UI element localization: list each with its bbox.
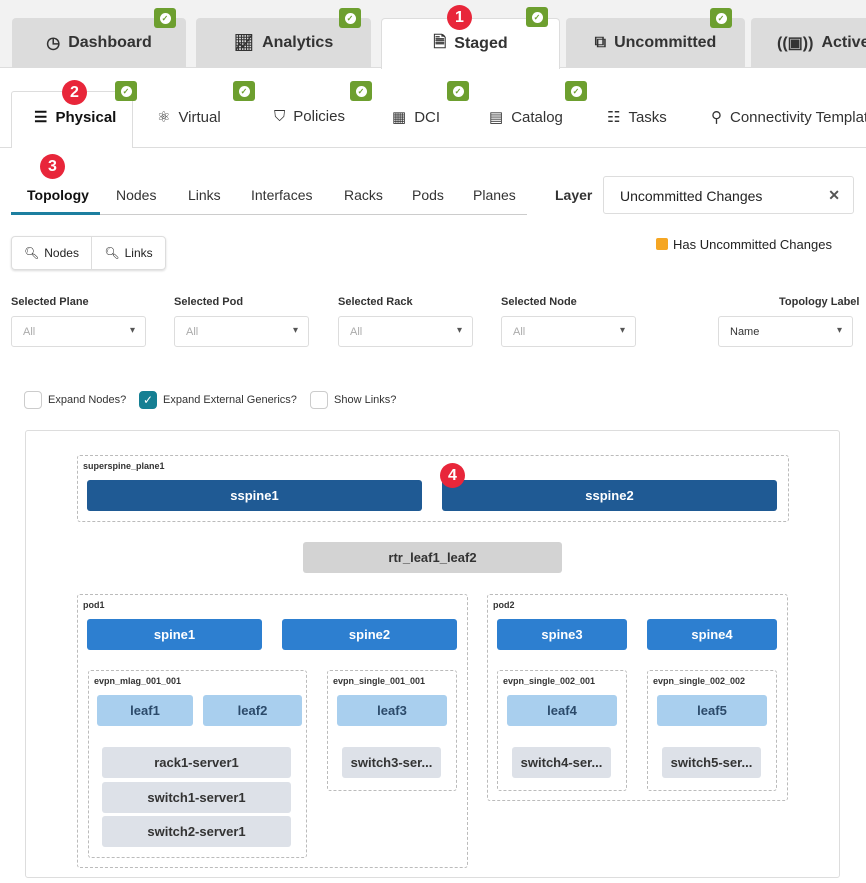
node-server[interactable]: switch2-server1 [102, 816, 291, 847]
layer-value: Uncommitted Changes [620, 188, 763, 204]
active-icon: ((▣)) [777, 35, 814, 52]
uncommitted-icon: ⧉ [594, 34, 607, 51]
node-spine3[interactable]: spine3 [497, 619, 627, 650]
tab-dci[interactable]: ▦ DCI [392, 108, 440, 127]
check-badge-icon: ✓ [447, 81, 469, 101]
check-badge-icon: ✓ [565, 81, 587, 101]
rack-label: Selected Rack [338, 296, 413, 308]
dashboard-icon: ◷ [46, 35, 61, 52]
callout-1: 1 [447, 5, 472, 30]
pod-label: Selected Pod [174, 296, 244, 308]
search-icon: 🔍︎ [24, 246, 40, 260]
legend-swatch [656, 238, 668, 250]
check-badge-icon: ✓ [154, 8, 176, 28]
node-leaf3[interactable]: leaf3 [337, 695, 447, 726]
callout-3: 3 [40, 154, 65, 179]
expand-external-generics-label: Expand External Generics? [163, 394, 297, 406]
callout-2: 2 [62, 80, 87, 105]
view-tab-interfaces[interactable]: Interfaces [251, 187, 312, 203]
list-icon: ☷ [607, 109, 621, 126]
show-links-label: Show Links? [334, 394, 397, 406]
server-icon: ☰ [34, 109, 48, 126]
tab-connectivity-templates[interactable]: ⚲Connectivity Templates [711, 108, 866, 127]
search-button-group: 🔍︎ Nodes 🔍︎ Links [11, 236, 166, 270]
node-spine2[interactable]: spine2 [282, 619, 457, 650]
node-rtr-leaf1-leaf2[interactable]: rtr_leaf1_leaf2 [303, 542, 562, 573]
view-tab-pods[interactable]: Pods [412, 187, 444, 203]
tab-policies[interactable]: ⛉ Policies [274, 108, 345, 125]
tab-virtual[interactable]: ⚛ Virtual [157, 108, 221, 127]
rack-name: evpn_mlag_001_001 [94, 676, 182, 686]
node-spine1[interactable]: spine1 [87, 619, 262, 650]
tab-physical[interactable]: ☰ Physical [34, 108, 116, 127]
node-spine4[interactable]: spine4 [647, 619, 777, 650]
rack-name: evpn_single_002_002 [653, 676, 746, 686]
rack-select[interactable]: All [338, 316, 473, 347]
node-leaf5[interactable]: leaf5 [657, 695, 767, 726]
node-server[interactable]: switch1-server1 [102, 782, 291, 813]
tab-active[interactable]: ((▣)) Active [751, 18, 866, 68]
staged-icon: 🗎 [433, 33, 447, 51]
node-sspine1[interactable]: sspine1 [87, 480, 422, 511]
check-badge-icon: ✓ [339, 8, 361, 28]
check-badge-icon: ✓ [526, 7, 548, 27]
node-leaf4[interactable]: leaf4 [507, 695, 617, 726]
network-icon: ⚛ [157, 109, 171, 126]
node-sspine2[interactable]: sspine2 [442, 480, 777, 511]
topology-label-label: Topology Label [779, 296, 860, 308]
rack-name: evpn_single_002_001 [503, 676, 596, 686]
node-server[interactable]: switch4-ser... [512, 747, 611, 778]
pod-name: pod2 [493, 600, 515, 610]
search-icon: 🔍︎ [104, 246, 120, 260]
clear-icon[interactable]: ✕ [828, 187, 840, 204]
catalog-icon: ▤ [489, 109, 504, 126]
check-badge-icon: ✓ [233, 81, 255, 101]
check-badge-icon: ✓ [115, 81, 137, 101]
node-server[interactable]: switch3-ser... [342, 747, 441, 778]
layer-label: Layer [555, 187, 593, 203]
node-leaf2[interactable]: leaf2 [203, 695, 302, 726]
expand-nodes-label: Expand Nodes? [48, 394, 127, 406]
pod-select[interactable]: All [174, 316, 309, 347]
node-select[interactable]: All [501, 316, 636, 347]
view-tab-planes[interactable]: Planes [473, 187, 516, 203]
callout-4: 4 [440, 463, 465, 488]
layer-select[interactable]: Uncommitted Changes ✕ [603, 176, 854, 214]
view-tab-racks[interactable]: Racks [344, 187, 383, 203]
hierarchy-icon: ⚲ [711, 109, 722, 126]
rack-name: evpn_single_001_001 [333, 676, 426, 686]
chart-icon: 📈︎ [233, 35, 255, 52]
check-badge-icon: ✓ [710, 8, 732, 28]
view-tab-links[interactable]: Links [188, 187, 221, 203]
tab-tasks[interactable]: ☷ Tasks [607, 108, 667, 127]
shield-icon: ⛉ [274, 108, 286, 125]
legend-label: Has Uncommitted Changes [673, 237, 832, 252]
pod-name: pod1 [83, 600, 105, 610]
expand-external-generics-checkbox[interactable]: ✓ [139, 391, 157, 409]
node-leaf1[interactable]: leaf1 [97, 695, 193, 726]
show-links-checkbox[interactable] [310, 391, 328, 409]
expand-nodes-checkbox[interactable] [24, 391, 42, 409]
tab-catalog[interactable]: ▤ Catalog [489, 108, 563, 127]
plane-label: Selected Plane [11, 296, 89, 308]
check-badge-icon: ✓ [350, 81, 372, 101]
node-server[interactable]: rack1-server1 [102, 747, 291, 778]
plane-select[interactable]: All [11, 316, 146, 347]
active-tab-underline [11, 212, 100, 215]
plane-name: superspine_plane1 [83, 461, 165, 471]
view-tab-topology[interactable]: Topology [27, 187, 89, 203]
node-label: Selected Node [501, 296, 577, 308]
dci-icon: ▦ [392, 109, 407, 126]
search-links-button[interactable]: 🔍︎ Links [92, 237, 165, 269]
view-tab-nodes[interactable]: Nodes [116, 187, 156, 203]
node-server[interactable]: switch5-ser... [662, 747, 761, 778]
search-nodes-button[interactable]: 🔍︎ Nodes [12, 237, 92, 269]
topology-label-select[interactable]: Name [718, 316, 853, 347]
